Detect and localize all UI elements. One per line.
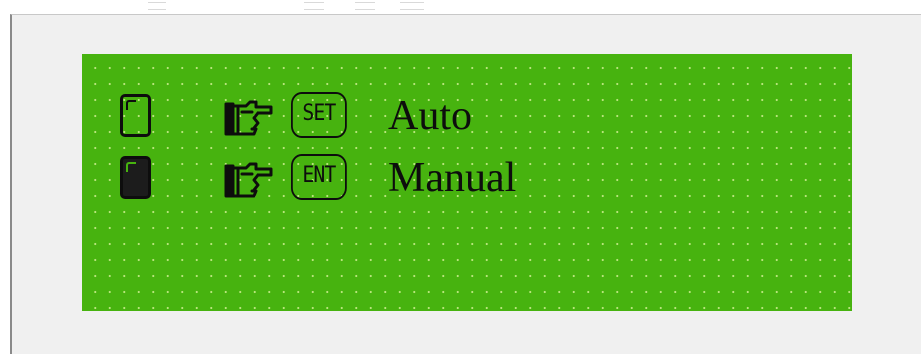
lcd-screen: SET Auto ENT Manual: [82, 54, 852, 311]
ent-key-badge: ENT: [291, 154, 347, 200]
toolbar-fragment: [148, 2, 166, 10]
mode-label-manual: Manual: [388, 155, 517, 201]
toolbar-fragment: [355, 2, 375, 10]
pointing-hand-icon: [224, 100, 273, 136]
set-key-badge: SET: [291, 92, 347, 138]
mode-row-auto[interactable]: SET Auto: [82, 92, 852, 152]
mode-label-auto: Auto: [388, 93, 472, 139]
toolbar-remnant: [0, 0, 921, 14]
checkbox-checked-icon[interactable]: [120, 156, 151, 199]
pointing-hand-icon: [224, 162, 273, 198]
mode-row-manual[interactable]: ENT Manual: [82, 154, 852, 214]
checkbox-icon[interactable]: [120, 94, 151, 137]
toolbar-fragment: [304, 2, 324, 10]
toolbar-fragment: [400, 2, 424, 10]
